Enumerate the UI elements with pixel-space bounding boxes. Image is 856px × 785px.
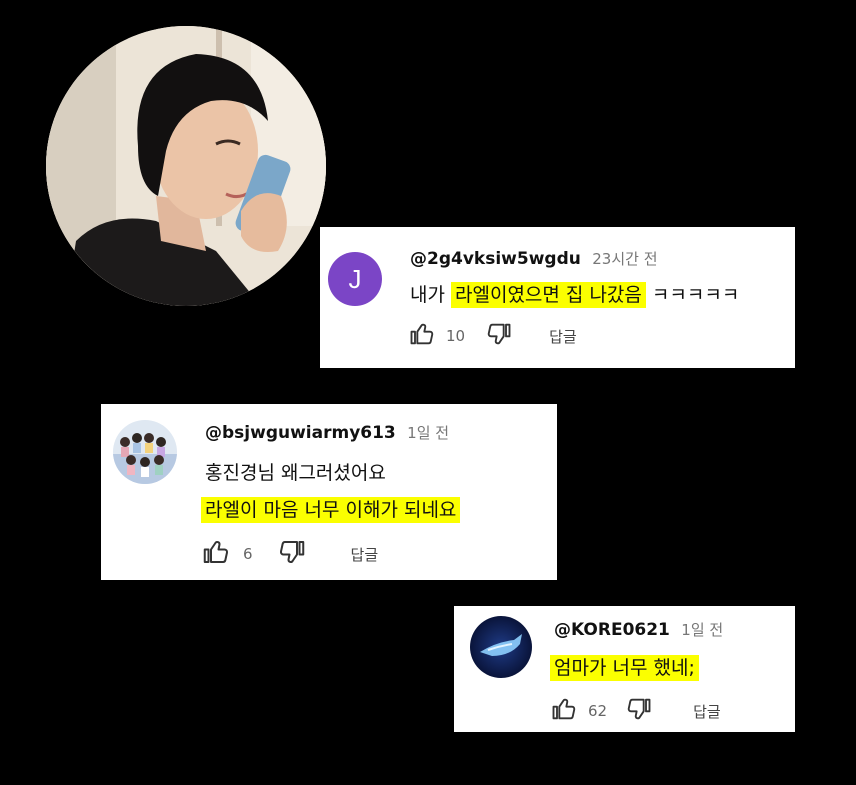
comment-time: 23시간 전 xyxy=(592,250,658,268)
comment-author[interactable]: @2g4vksiw5wgdu xyxy=(410,249,581,269)
thumbs-down-icon[interactable] xyxy=(625,695,653,727)
comment-header: @KORE0621 1일 전 xyxy=(554,619,723,640)
avatar-letter: J xyxy=(348,263,362,294)
comment-text-line-2: 라엘이 마음 너무 이해가 되네요 xyxy=(201,495,461,523)
comment-author[interactable]: @bsjwguwiarmy613 xyxy=(205,423,396,443)
comment-text-line-1: 홍진경님 왜그러셨어요 xyxy=(205,462,386,484)
reply-button[interactable]: 답글 xyxy=(549,326,577,347)
comment-text: 엄마가 너무 했네; xyxy=(550,653,699,681)
avatar[interactable] xyxy=(113,420,177,484)
comment-card-2: @bsjwguwiarmy613 1일 전 홍진경님 왜그러셨어요 라엘이 마음… xyxy=(101,404,557,580)
reply-button[interactable]: 답글 xyxy=(351,544,379,565)
comment-text-part: 내가 xyxy=(410,284,451,306)
comment-time: 1일 전 xyxy=(407,424,450,442)
like-count: 6 xyxy=(243,545,253,563)
comment-actions: 62 답글 xyxy=(550,695,721,727)
highlighted-text: 라엘이 마음 너무 이해가 되네요 xyxy=(201,497,461,523)
comment-header: @bsjwguwiarmy613 1일 전 xyxy=(205,422,449,443)
thumbs-up-icon[interactable] xyxy=(550,695,578,727)
thumbs-up-icon[interactable] xyxy=(201,537,231,571)
like-count: 62 xyxy=(588,702,608,720)
comment-card-3: @KORE0621 1일 전 엄마가 너무 했네; 62 답글 xyxy=(454,606,795,732)
thumbs-down-icon[interactable] xyxy=(277,537,307,571)
comment-author[interactable]: @KORE0621 xyxy=(554,620,670,640)
avatar[interactable]: J xyxy=(328,252,382,306)
highlighted-text: 엄마가 너무 했네; xyxy=(550,655,699,681)
comment-text: 내가 라엘이였으면 집 나갔음 ㅋㅋㅋㅋㅋ xyxy=(410,280,740,308)
comment-text-part: ㅋㅋㅋㅋㅋ xyxy=(645,284,740,306)
avatar[interactable] xyxy=(470,616,532,678)
profile-photo xyxy=(46,26,326,306)
comment-card-1: J @2g4vksiw5wgdu 23시간 전 내가 라엘이였으면 집 나갔음 … xyxy=(320,227,795,368)
thumbs-up-icon[interactable] xyxy=(408,320,436,352)
like-count: 10 xyxy=(446,327,466,345)
comment-actions: 10 답글 xyxy=(408,320,577,352)
comment-header: @2g4vksiw5wgdu 23시간 전 xyxy=(410,248,658,269)
comment-actions: 6 답글 xyxy=(201,537,378,571)
thumbs-down-icon[interactable] xyxy=(485,320,513,352)
highlighted-text: 라엘이였으면 집 나갔음 xyxy=(451,282,646,308)
reply-button[interactable]: 답글 xyxy=(693,701,721,722)
comment-time: 1일 전 xyxy=(681,621,724,639)
